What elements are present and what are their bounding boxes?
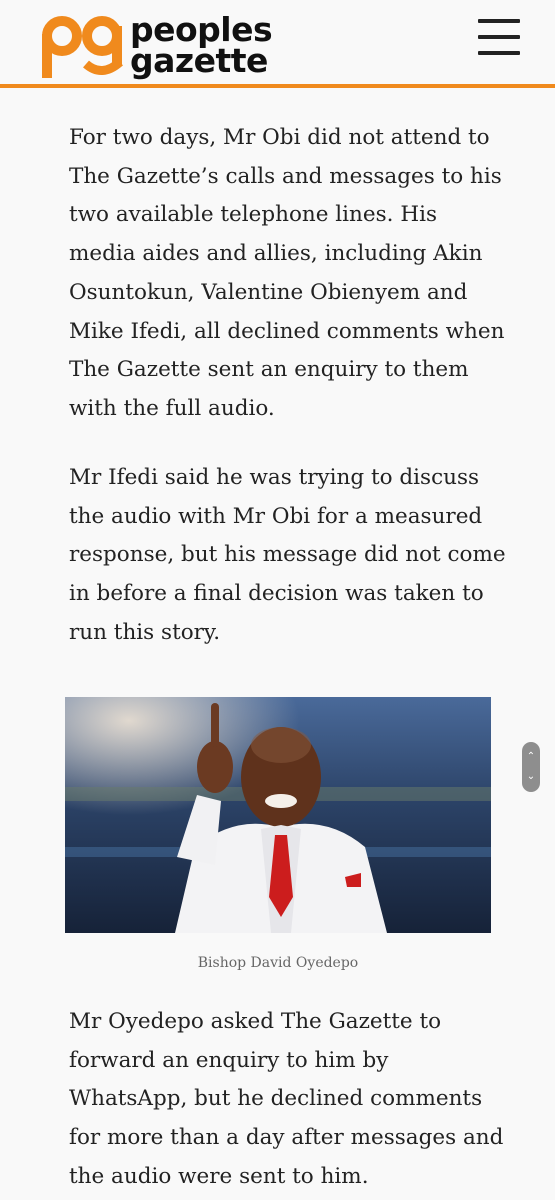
article-paragraph: Mr Oyedepo asked The Gazette to forward …: [69, 1009, 504, 1189]
photo-caption: Bishop David Oyedepo: [197, 955, 359, 971]
chevron-down-icon[interactable]: ⌄: [522, 772, 540, 782]
site-header: peoples gazette: [0, 0, 555, 88]
chevron-up-icon[interactable]: ⌃: [522, 752, 540, 762]
scroll-control[interactable]: ⌃ ⌄: [522, 742, 540, 792]
logo-wordmark: peoples gazette: [130, 13, 273, 80]
pg-logo-mark: [42, 16, 123, 78]
article-paragraph: Mr Ifedi said he was trying to discuss t…: [69, 465, 506, 645]
photo-illustration: [65, 697, 491, 933]
hamburger-icon-bar-1: [478, 19, 520, 23]
article-photo: [65, 697, 491, 933]
hamburger-icon-bar-2: [478, 35, 520, 39]
hamburger-icon-bar-3: [478, 51, 520, 55]
site-logo[interactable]: peoples gazette: [40, 12, 280, 80]
article-paragraph: For two days, Mr Obi did not attend to T…: [69, 125, 505, 421]
logo-line-2: gazette: [130, 41, 268, 80]
menu-button[interactable]: [474, 18, 522, 56]
